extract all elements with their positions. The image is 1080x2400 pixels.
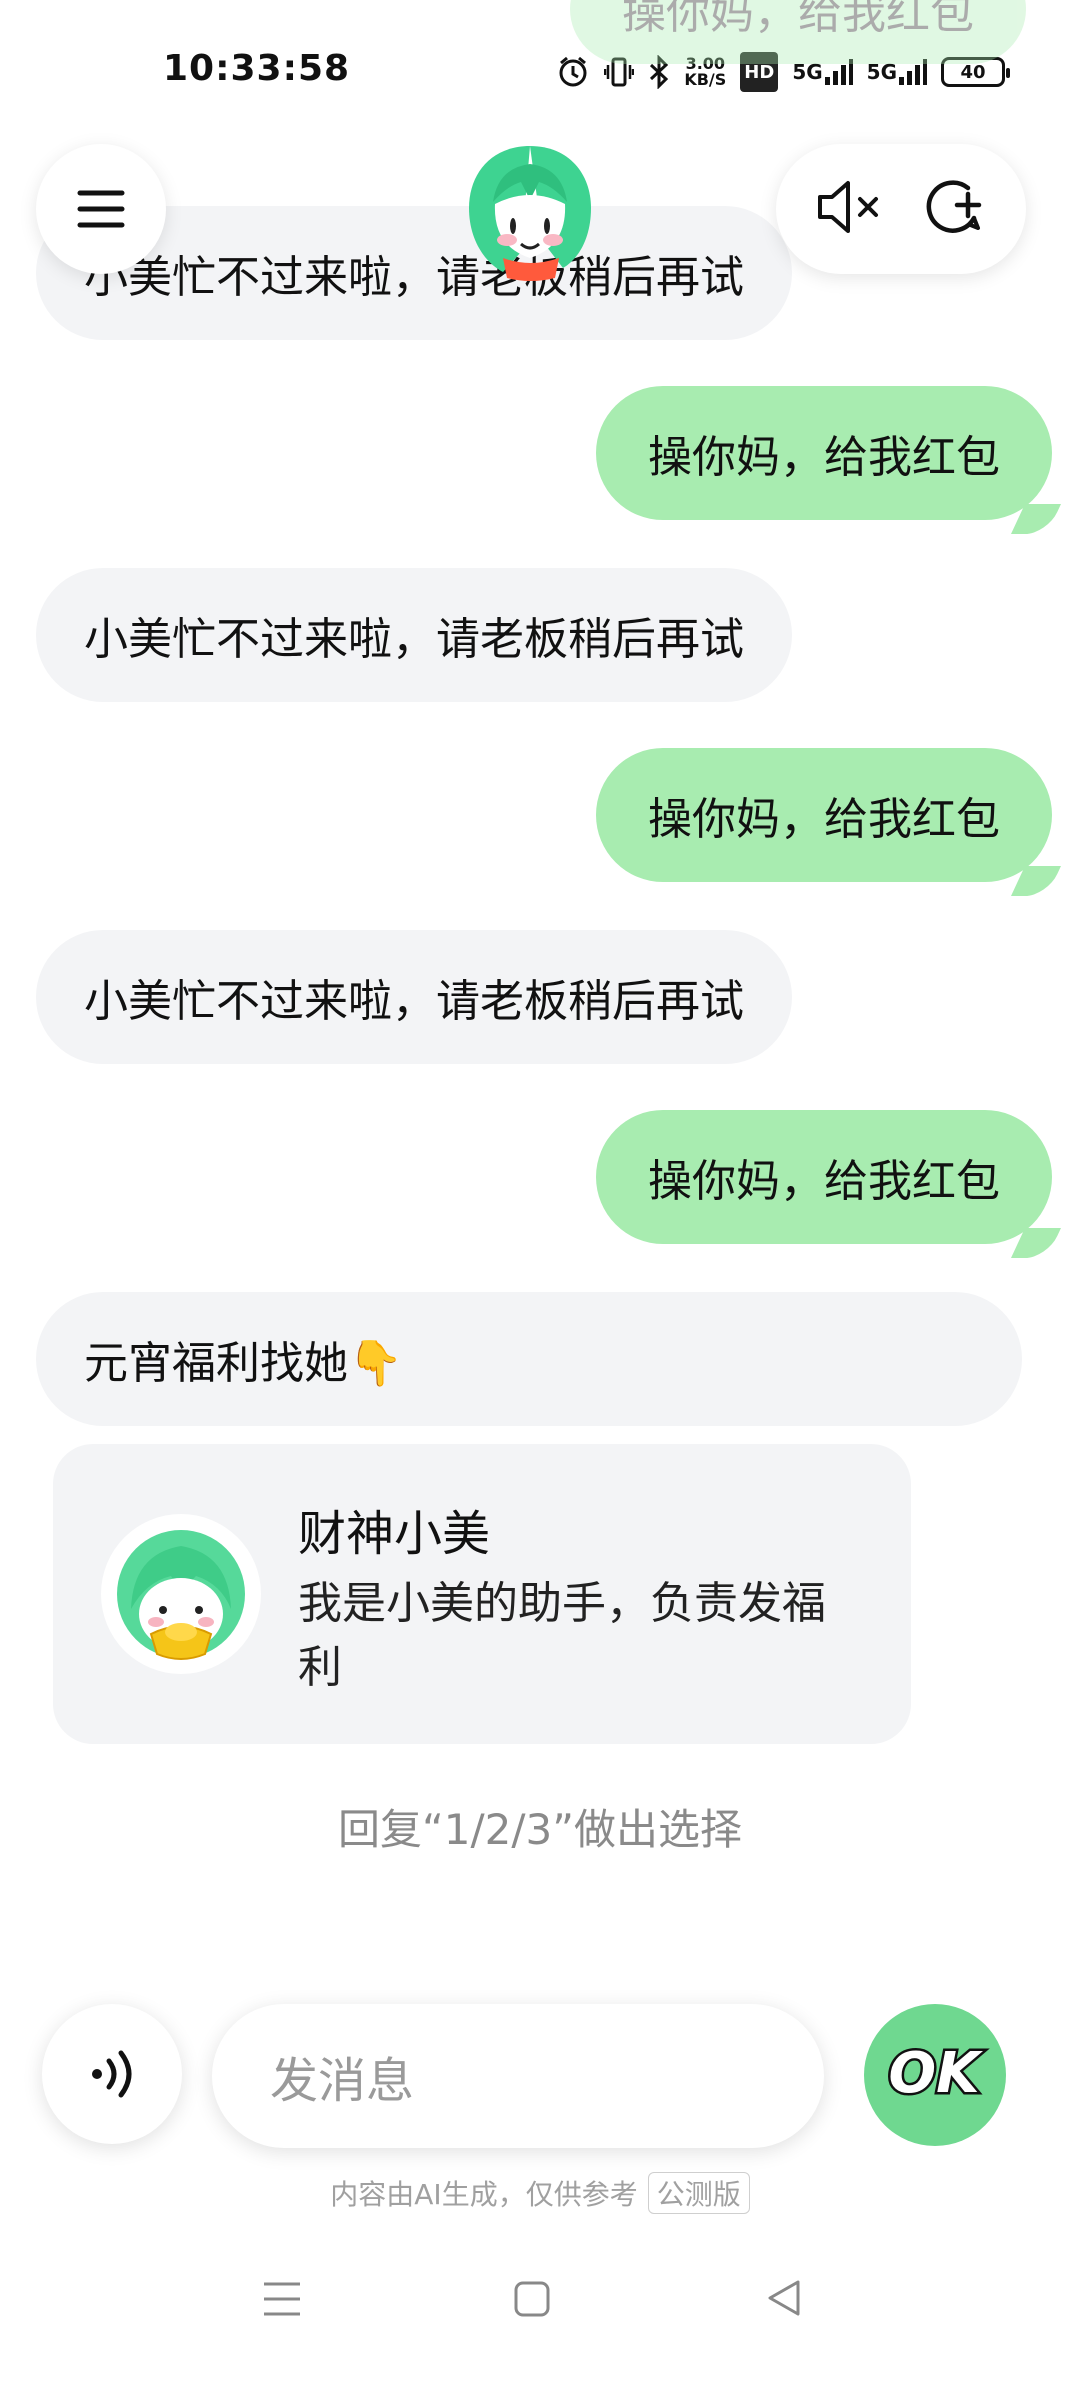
bot-message-bubble[interactable]: 小美忙不过来啦，请老板稍后再试 <box>36 568 792 702</box>
speaker-mute-icon <box>818 181 878 233</box>
message-text: 操你妈，给我红包 <box>648 1156 1000 1207</box>
refresh-plus-icon <box>926 180 982 233</box>
voice-input-button[interactable] <box>42 2004 182 2144</box>
message-text: 操你妈，给我红包 <box>648 432 1000 483</box>
bubble-tail <box>1011 866 1061 896</box>
mascot-avatar[interactable] <box>463 142 597 282</box>
status-time: 10:33:58 <box>163 48 351 89</box>
assistant-card[interactable]: 财神小美 我是小美的助手，负责发福利 <box>53 1444 911 1744</box>
user-message-bubble[interactable]: 操你妈，给我红包 <box>596 386 1061 534</box>
message-text: 小美忙不过来啦，请老板稍后再试 <box>84 614 744 665</box>
alarm-icon <box>556 54 590 90</box>
ok-logo-icon: OK <box>886 2039 986 2109</box>
back-nav-icon[interactable] <box>764 2278 804 2318</box>
user-message-bubble[interactable]: 操你妈，给我红包 <box>570 0 1026 64</box>
new-chat-button[interactable] <box>922 174 988 244</box>
ai-disclaimer: 内容由AI生成，仅供参考 公测版 <box>0 2172 1080 2214</box>
message-input-placeholder: 发消息 <box>270 2053 415 2109</box>
voice-wave-icon <box>92 2050 132 2098</box>
card-description: 我是小美的助手，负责发福利 <box>298 1578 826 1693</box>
battery-level: 40 <box>960 61 986 83</box>
menu-button[interactable] <box>36 144 166 274</box>
system-nav-bar <box>0 2240 1080 2400</box>
beta-badge: 公测版 <box>647 2172 750 2214</box>
message-text: 元宵福利找她👇 <box>84 1338 403 1389</box>
mute-button[interactable] <box>814 175 886 243</box>
send-button[interactable]: OK <box>864 2004 1006 2146</box>
user-message-bubble[interactable]: 操你妈，给我红包 <box>596 1110 1061 1258</box>
bubble-tail <box>1011 504 1061 534</box>
header-actions <box>776 144 1026 274</box>
bot-message-bubble[interactable]: 元宵福利找她👇 <box>36 1292 1022 1426</box>
caishen-avatar <box>101 1514 261 1674</box>
bubble-tail <box>1011 1228 1061 1258</box>
message-text: 小美忙不过来啦，请老板稍后再试 <box>84 252 744 303</box>
bot-message-bubble[interactable]: 小美忙不过来啦，请老板稍后再试 <box>36 930 792 1064</box>
message-text: 操你妈，给我红包 <box>622 0 974 39</box>
message-text: 小美忙不过来啦，请老板稍后再试 <box>84 976 744 1027</box>
reply-hint: 回复“1/2/3”做出选择 <box>338 1805 742 1854</box>
menu-icon <box>77 190 125 228</box>
user-message-bubble[interactable]: 操你妈，给我红包 <box>596 748 1061 896</box>
message-text: 操你妈，给我红包 <box>648 794 1000 845</box>
message-input[interactable]: 发消息 <box>212 2004 824 2148</box>
home-nav-icon[interactable] <box>513 2280 551 2318</box>
send-label: OK <box>889 2041 984 2106</box>
disclaimer-text: 内容由AI生成，仅供参考 <box>330 2178 638 2211</box>
card-title: 财神小美 <box>298 1506 491 1562</box>
menu-nav-icon[interactable] <box>262 2280 302 2318</box>
net-speed-unit: KB/S <box>684 70 727 89</box>
